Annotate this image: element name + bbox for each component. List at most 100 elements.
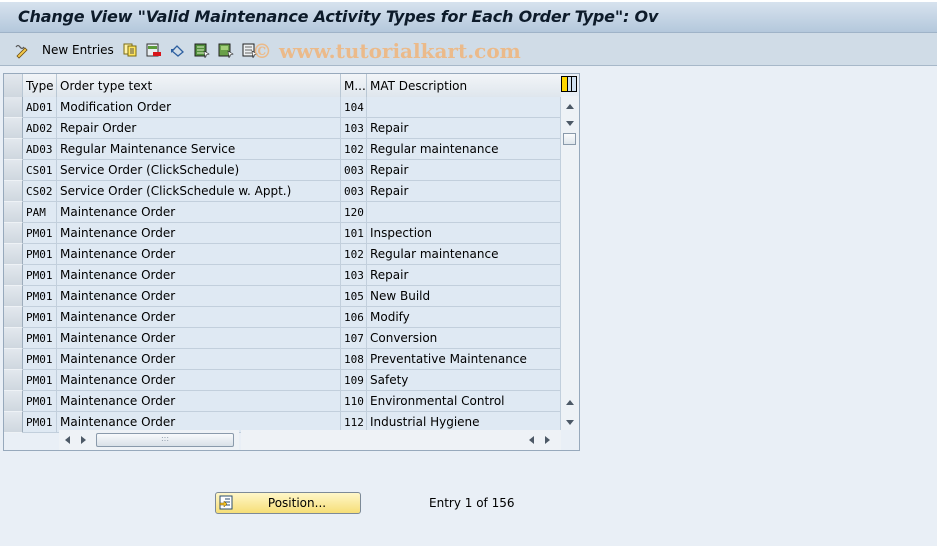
horizontal-scrollbar-left-columns[interactable]: ::: [59, 430, 239, 450]
cell-mat-description[interactable]: Modify [367, 307, 561, 328]
row-selector[interactable] [4, 202, 23, 223]
position-button[interactable]: Position... [215, 492, 361, 514]
cell-mat-description[interactable]: Inspection [367, 223, 561, 244]
cell-mat-description[interactable]: Environmental Control [367, 391, 561, 412]
cell-type[interactable]: PM01 [23, 307, 57, 328]
cell-mat-description[interactable]: Preventative Maintenance [367, 349, 561, 370]
cell-mat-description[interactable]: Safety [367, 370, 561, 391]
cell-order-type-text[interactable]: Service Order (ClickSchedule w. Appt.) [57, 181, 341, 202]
row-selector[interactable] [4, 181, 23, 202]
row-selector[interactable] [4, 97, 23, 118]
row-selector[interactable] [4, 139, 23, 160]
cell-type[interactable]: PM01 [23, 349, 57, 370]
column-header-mat[interactable]: M... [341, 74, 367, 97]
scroll-left-button[interactable] [63, 435, 71, 445]
row-selector[interactable] [4, 223, 23, 244]
vertical-scrollbar[interactable] [561, 96, 579, 430]
cell-type[interactable]: PM01 [23, 391, 57, 412]
cell-order-type-text[interactable]: Maintenance Order [57, 202, 341, 223]
cell-mat[interactable]: 102 [341, 139, 367, 160]
row-selector[interactable] [4, 286, 23, 307]
column-config-button[interactable] [561, 76, 577, 92]
cell-order-type-text[interactable]: Maintenance Order [57, 307, 341, 328]
cell-order-type-text[interactable]: Maintenance Order [57, 370, 341, 391]
cell-order-type-text[interactable]: Regular Maintenance Service [57, 139, 341, 160]
row-selector[interactable] [4, 412, 23, 433]
cell-mat[interactable]: 103 [341, 118, 367, 139]
cell-mat-description[interactable]: Repair [367, 181, 561, 202]
cell-mat[interactable]: 120 [341, 202, 367, 223]
cell-order-type-text[interactable]: Maintenance Order [57, 286, 341, 307]
row-selector[interactable] [4, 391, 23, 412]
cell-mat[interactable]: 107 [341, 328, 367, 349]
column-header-order-type-text[interactable]: Order type text [57, 74, 341, 97]
cell-mat[interactable]: 109 [341, 370, 367, 391]
copy-as-button[interactable] [123, 41, 137, 59]
cell-type[interactable]: AD03 [23, 139, 57, 160]
cell-type[interactable]: CS01 [23, 160, 57, 181]
cell-mat[interactable]: 106 [341, 307, 367, 328]
row-selector[interactable] [4, 370, 23, 391]
cell-order-type-text[interactable]: Maintenance Order [57, 244, 341, 265]
cell-type[interactable]: CS02 [23, 181, 57, 202]
select-block-button[interactable] [218, 41, 234, 59]
row-selector[interactable] [4, 265, 23, 286]
cell-mat[interactable]: 110 [341, 391, 367, 412]
scroll-down-button[interactable] [565, 119, 575, 127]
cell-order-type-text[interactable]: Maintenance Order [57, 349, 341, 370]
cell-type[interactable]: PM01 [23, 244, 57, 265]
vertical-scroll-thumb[interactable] [563, 133, 576, 145]
cell-mat[interactable]: 105 [341, 286, 367, 307]
cell-mat-description[interactable]: Repair [367, 160, 561, 181]
cell-mat-description[interactable] [367, 97, 561, 118]
horizontal-scroll-thumb[interactable]: ::: [96, 433, 234, 447]
cell-order-type-text[interactable]: Maintenance Order [57, 265, 341, 286]
cell-mat[interactable]: 104 [341, 97, 367, 118]
cell-type[interactable]: PM01 [23, 265, 57, 286]
select-all-button[interactable] [194, 41, 210, 59]
cell-mat[interactable]: 102 [341, 244, 367, 265]
select-all-rows-cell[interactable] [4, 74, 23, 97]
cell-order-type-text[interactable]: Maintenance Order [57, 391, 341, 412]
cell-mat-description[interactable]: Conversion [367, 328, 561, 349]
cell-type[interactable]: AD02 [23, 118, 57, 139]
row-selector[interactable] [4, 328, 23, 349]
cell-mat-description[interactable] [367, 202, 561, 223]
cell-mat[interactable]: 103 [341, 265, 367, 286]
row-selector[interactable] [4, 118, 23, 139]
cell-type[interactable]: AD01 [23, 97, 57, 118]
page-down-button[interactable] [565, 418, 575, 426]
row-selector[interactable] [4, 160, 23, 181]
scroll-right-button-2[interactable] [543, 435, 551, 445]
cell-mat[interactable]: 108 [341, 349, 367, 370]
scroll-left-button-2[interactable] [527, 435, 535, 445]
delete-button[interactable] [146, 41, 161, 59]
cell-mat[interactable]: 101 [341, 223, 367, 244]
cell-type[interactable]: PM01 [23, 223, 57, 244]
cell-mat-description[interactable]: Regular maintenance [367, 244, 561, 265]
cell-order-type-text[interactable]: Maintenance Order [57, 223, 341, 244]
scroll-right-button[interactable] [79, 435, 87, 445]
horizontal-scrollbar-right-columns[interactable] [241, 430, 561, 450]
cell-mat-description[interactable]: Regular maintenance [367, 139, 561, 160]
cell-mat-description[interactable]: Repair [367, 265, 561, 286]
row-selector[interactable] [4, 244, 23, 265]
cell-mat[interactable]: 003 [341, 181, 367, 202]
cell-type[interactable]: PM01 [23, 412, 57, 433]
cell-mat[interactable]: 003 [341, 160, 367, 181]
cell-type[interactable]: PM01 [23, 328, 57, 349]
cell-order-type-text[interactable]: Repair Order [57, 118, 341, 139]
cell-order-type-text[interactable]: Maintenance Order [57, 328, 341, 349]
undo-change-button[interactable] [170, 41, 184, 59]
cell-type[interactable]: PM01 [23, 286, 57, 307]
cell-type[interactable]: PAM [23, 202, 57, 223]
cell-mat-description[interactable]: New Build [367, 286, 561, 307]
column-header-mat-description[interactable]: MAT Description [367, 74, 561, 97]
cell-mat-description[interactable]: Repair [367, 118, 561, 139]
cell-order-type-text[interactable]: Modification Order [57, 97, 341, 118]
row-selector[interactable] [4, 349, 23, 370]
display-change-button[interactable] [14, 41, 28, 59]
cell-type[interactable]: PM01 [23, 370, 57, 391]
new-entries-button[interactable]: New Entries [42, 41, 114, 59]
page-up-button[interactable] [565, 398, 575, 406]
